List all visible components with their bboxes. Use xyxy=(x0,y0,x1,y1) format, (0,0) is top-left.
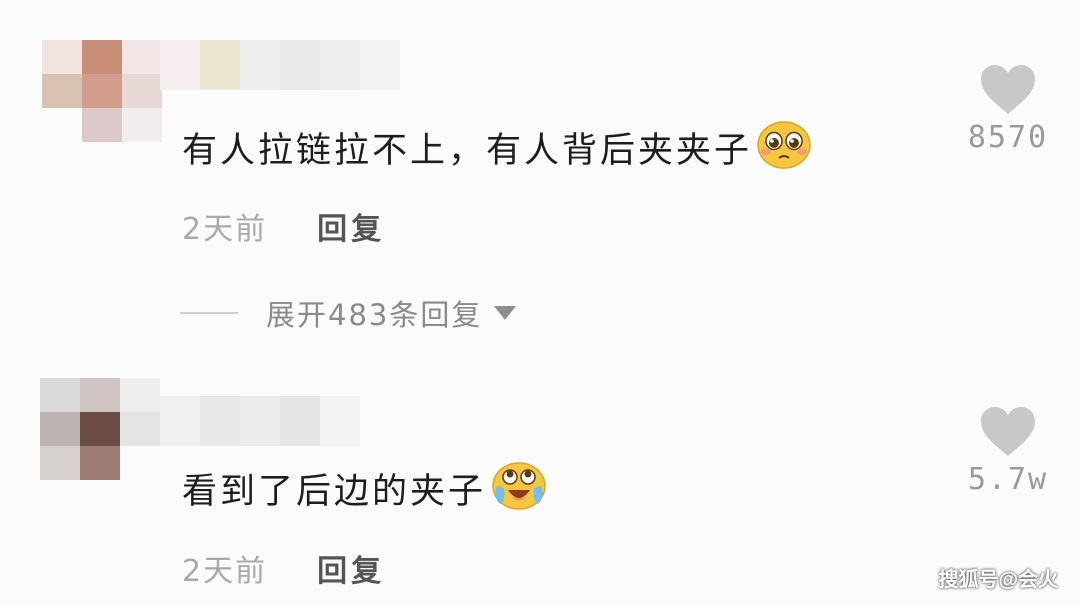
heart-icon xyxy=(981,407,1035,456)
laughing-crying-face-emoji xyxy=(490,460,548,526)
expand-replies-button[interactable]: 展开483条回复 xyxy=(180,292,517,334)
comment-item: 看到了后边的夹子 2天前 回复 5.7w xyxy=(0,340,1080,606)
comment-meta: 2天前 回复 xyxy=(182,546,385,590)
caret-down-icon xyxy=(494,306,517,320)
avatar[interactable] xyxy=(40,378,160,482)
watermark: 搜狐号@会火 xyxy=(938,569,1058,591)
username-blurred[interactable] xyxy=(160,40,400,90)
like-button[interactable]: 8570 xyxy=(953,64,1063,155)
expand-replies-label: 展开483条回复 xyxy=(266,298,483,332)
like-button[interactable]: 5.7w xyxy=(953,406,1063,497)
timestamp: 2天前 xyxy=(182,554,268,589)
heart-icon xyxy=(981,65,1035,114)
divider xyxy=(180,312,238,314)
reply-button[interactable]: 回复 xyxy=(317,212,385,247)
avatar[interactable] xyxy=(42,40,162,144)
timestamp: 2天前 xyxy=(182,212,268,247)
comment-item: 有人拉链拉不上，有人背后夹夹子 2天前 回复 展开483条回复 8570 xyxy=(0,0,1080,340)
comment-meta: 2天前 回复 xyxy=(182,204,385,248)
comment-text: 看到了后边的夹子 xyxy=(182,460,548,526)
reply-button[interactable]: 回复 xyxy=(317,554,385,589)
pleading-face-emoji xyxy=(756,120,812,184)
username-blurred[interactable] xyxy=(160,396,360,446)
like-count: 5.7w xyxy=(967,462,1049,497)
comment-text: 有人拉链拉不上，有人背后夹夹子 xyxy=(182,120,812,184)
like-count: 8570 xyxy=(967,120,1049,155)
